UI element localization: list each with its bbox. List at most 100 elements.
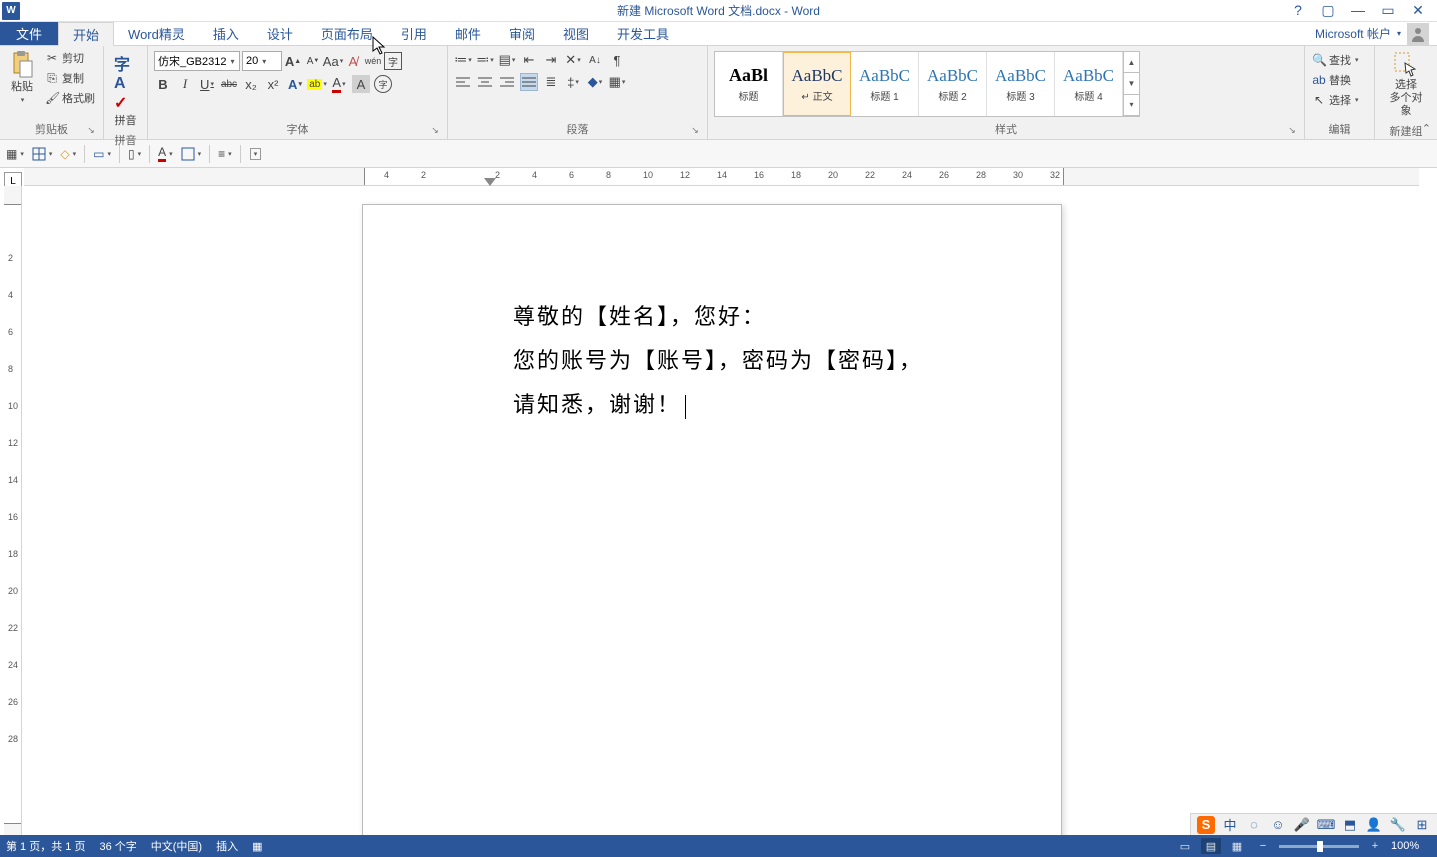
status-mode[interactable]: 插入 (216, 838, 238, 854)
status-language[interactable]: 中文(中国) (151, 838, 202, 854)
zoom-slider[interactable] (1279, 845, 1359, 848)
tab-layout[interactable]: 页面布局 (307, 22, 387, 45)
format-painter-button[interactable]: 🖌格式刷 (42, 89, 98, 107)
paragraph-launcher[interactable]: ↘ (689, 125, 701, 137)
copy-button[interactable]: ⎘复制 (42, 69, 98, 87)
close-button[interactable]: ✕ (1409, 2, 1427, 19)
decrease-indent-button[interactable]: ⇤ (520, 51, 538, 69)
status-macro-icon[interactable]: ▦ (252, 840, 262, 853)
tab-home[interactable]: 开始 (58, 22, 114, 46)
bullets-button[interactable]: ≔▾ (454, 51, 472, 69)
select-button[interactable]: ↖选择▾ (1309, 91, 1362, 109)
shading-button[interactable]: ◆▾ (586, 73, 604, 91)
tab-design[interactable]: 设计 (253, 22, 307, 45)
italic-button[interactable]: I (176, 75, 194, 93)
char-border-button[interactable]: 字 (384, 52, 402, 70)
borders-button[interactable]: ▦▾ (608, 73, 626, 91)
gallery-down[interactable]: ▼ (1124, 73, 1139, 94)
align-right-button[interactable] (498, 73, 516, 91)
tray-grid-icon[interactable]: ⬒ (1341, 816, 1359, 834)
font-color-button[interactable]: A▾ (330, 75, 348, 93)
justify-button[interactable] (520, 73, 538, 91)
line-spacing-button[interactable]: ‡▾ (564, 73, 582, 91)
numbering-button[interactable]: ≕▾ (476, 51, 494, 69)
view-print-button[interactable]: ▤ (1201, 838, 1221, 854)
view-web-button[interactable]: ▦ (1227, 838, 1247, 854)
select-objects-button[interactable]: 选择多个对象 (1379, 49, 1433, 121)
superscript-button[interactable]: x² (264, 75, 282, 93)
qat-table[interactable]: ▾ (32, 147, 53, 161)
increase-indent-button[interactable]: ⇥ (542, 51, 560, 69)
collapse-ribbon-button[interactable]: ⌃ (1422, 122, 1431, 135)
document-area[interactable]: 尊敬的【姓名】，您好： 您的账号为【账号】，密码为【密码】， 请知悉，谢谢！ (24, 186, 1437, 839)
show-marks-button[interactable]: ¶ (608, 51, 626, 69)
enclosed-char-button[interactable]: 字 (374, 75, 392, 93)
font-name-combo[interactable]: 仿宋_GB2312▾ (154, 51, 240, 71)
qat-draw-table[interactable]: ▦▾ (6, 147, 24, 161)
minimize-button[interactable]: — (1349, 2, 1367, 19)
status-words[interactable]: 36 个字 (99, 838, 136, 854)
gallery-up[interactable]: ▲ (1124, 52, 1139, 73)
ribbon-options-button[interactable]: ▢ (1319, 2, 1337, 19)
qat-fontcolor[interactable]: A▾ (158, 145, 173, 162)
account-menu[interactable]: Microsoft 帐户 ▾ (1315, 22, 1437, 45)
indent-marker-icon[interactable] (484, 178, 496, 186)
strike-button[interactable]: abc (220, 75, 238, 93)
status-page[interactable]: 第 1 页，共 1 页 (6, 838, 85, 854)
align-left-button[interactable] (454, 73, 472, 91)
highlight-button[interactable]: ab▾ (308, 75, 326, 93)
align-center-button[interactable] (476, 73, 494, 91)
style-item[interactable]: AaBbC标题 3 (987, 52, 1055, 116)
styles-launcher[interactable]: ↘ (1286, 125, 1298, 137)
tab-references[interactable]: 引用 (387, 22, 441, 45)
tray-ime-icon[interactable]: 中 (1221, 816, 1239, 834)
multilevel-button[interactable]: ▤▾ (498, 51, 516, 69)
paste-button[interactable]: 粘贴 ▾ (4, 49, 40, 106)
tray-keyboard-icon[interactable]: ⌨ (1317, 816, 1335, 834)
gallery-more[interactable]: ▾ (1124, 95, 1139, 116)
qat-border[interactable]: ▾ (181, 147, 202, 161)
phonetic-guide-button[interactable]: wén (364, 52, 382, 70)
tray-sogou-icon[interactable]: S (1197, 816, 1215, 834)
tray-tool-icon[interactable]: 🔧 (1389, 816, 1407, 834)
asian-layout-button[interactable]: ✕▾ (564, 51, 582, 69)
style-item[interactable]: AaBbC标题 2 (919, 52, 987, 116)
cut-button[interactable]: ✂剪切 (42, 49, 98, 67)
tray-emoji-icon[interactable]: ☺ (1269, 816, 1287, 834)
find-button[interactable]: 🔍查找▾ (1309, 51, 1362, 69)
maximize-button[interactable]: ▭ (1379, 2, 1397, 19)
shrink-font-button[interactable]: A▼ (304, 52, 322, 70)
clear-format-button[interactable]: A̸ (344, 52, 362, 70)
char-shading-button[interactable]: A (352, 75, 370, 93)
font-size-combo[interactable]: 20▾ (242, 51, 282, 71)
style-item[interactable]: AaBbC标题 4 (1055, 52, 1123, 116)
tray-login-icon[interactable]: 👤 (1365, 816, 1383, 834)
zoom-out-button[interactable]: − (1253, 838, 1273, 854)
text-effects-button[interactable]: A▾ (286, 75, 304, 93)
tray-punct-icon[interactable]: ◌ (1245, 816, 1263, 834)
zoom-level[interactable]: 100% (1391, 840, 1431, 852)
style-item[interactable]: AaBbC标题 1 (851, 52, 919, 116)
tab-view[interactable]: 视图 (549, 22, 603, 45)
underline-button[interactable]: U▾ (198, 75, 216, 93)
bold-button[interactable]: B (154, 75, 172, 93)
distribute-button[interactable]: ≣ (542, 73, 560, 91)
tab-developer[interactable]: 开发工具 (603, 22, 683, 45)
tab-mailings[interactable]: 邮件 (441, 22, 495, 45)
font-launcher[interactable]: ↘ (429, 125, 441, 137)
qat-align[interactable]: ≡▾ (218, 147, 232, 161)
subscript-button[interactable]: x₂ (242, 75, 260, 93)
tab-insert[interactable]: 插入 (199, 22, 253, 45)
replace-button[interactable]: ab替换 (1309, 71, 1362, 89)
style-item[interactable]: AaBbC↵ 正文 (783, 52, 851, 116)
tab-review[interactable]: 审阅 (495, 22, 549, 45)
pinyin-button[interactable]: 字A✓ 拼音 (108, 49, 143, 130)
tray-mic-icon[interactable]: 🎤 (1293, 816, 1311, 834)
document-content[interactable]: 尊敬的【姓名】，您好： 您的账号为【账号】，密码为【密码】， 请知悉，谢谢！ (363, 205, 1061, 427)
tray-apps-icon[interactable]: ⊞ (1413, 816, 1431, 834)
help-button[interactable]: ? (1289, 2, 1307, 19)
qat-shape[interactable]: ◇▾ (60, 147, 76, 161)
qat-more[interactable]: ▾ (249, 148, 262, 160)
horizontal-ruler[interactable]: 422468101214161820222426283032 (24, 168, 1419, 186)
tab-file[interactable]: 文件 (0, 22, 58, 45)
